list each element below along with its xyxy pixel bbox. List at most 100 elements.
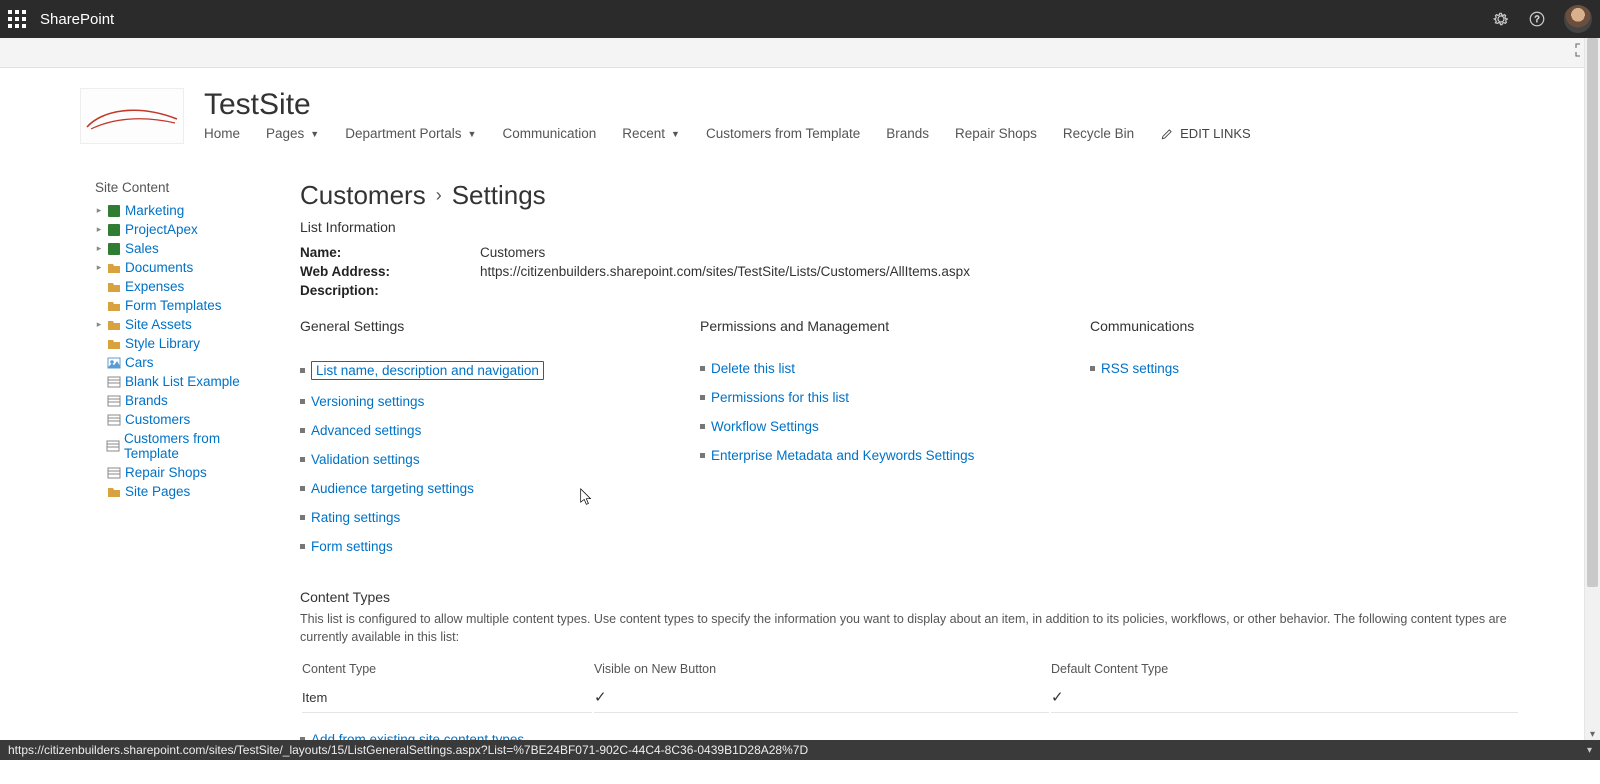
site-title[interactable]: TestSite xyxy=(204,88,1520,122)
top-nav: Home Pages▼ Department Portals▼ Communicati… xyxy=(204,126,1520,141)
top-nav-label: Brands xyxy=(886,126,929,141)
top-nav-item[interactable]: Repair Shops xyxy=(955,126,1037,141)
settings-link-row: Rating settings xyxy=(300,503,700,532)
expand-caret-icon[interactable]: ▸ xyxy=(95,262,103,273)
expand-caret-icon[interactable]: ▸ xyxy=(95,205,103,216)
top-nav-item[interactable]: Department Portals▼ xyxy=(345,126,476,141)
quick-launch-item[interactable]: Repair Shops xyxy=(95,463,260,482)
quick-launch-item[interactable]: Blank List Example xyxy=(95,372,260,391)
scrollbar-down-icon[interactable]: ▾ xyxy=(1585,729,1600,740)
gear-icon[interactable] xyxy=(1492,10,1510,28)
col-permissions-management: Permissions and Management Delete this l… xyxy=(700,318,1090,561)
quick-launch-item[interactable]: ▸ ProjectApex xyxy=(95,220,260,239)
edit-links-button[interactable]: EDIT LINKS xyxy=(1160,126,1251,141)
quick-launch-item[interactable]: Style Library xyxy=(95,334,260,353)
quick-launch-label: Customers from Template xyxy=(124,431,260,461)
page-root: TestSite Home Pages▼ Department Portals▼ Co… xyxy=(0,68,1600,784)
settings-link[interactable]: RSS settings xyxy=(1101,361,1179,376)
top-nav-item[interactable]: Communication xyxy=(502,126,596,141)
ct-cell-name[interactable]: Item xyxy=(302,682,592,713)
settings-link[interactable]: Enterprise Metadata and Keywords Setting… xyxy=(711,448,974,463)
settings-link[interactable]: Advanced settings xyxy=(311,423,421,438)
settings-link-row: List name, description and navigation xyxy=(300,354,700,387)
settings-link[interactable]: List name, description and navigation xyxy=(311,361,544,380)
list-icon xyxy=(107,375,121,389)
col-general-settings: General Settings List name, description … xyxy=(300,318,700,561)
quick-launch-item[interactable]: Customers from Template xyxy=(95,429,260,463)
quick-launch-item[interactable]: ▸ Site Assets xyxy=(95,315,260,334)
status-bar-chevron-icon[interactable]: ▾ xyxy=(1587,745,1592,756)
settings-link[interactable]: Audience targeting settings xyxy=(311,481,474,496)
settings-link[interactable]: Workflow Settings xyxy=(711,419,819,434)
general-settings-heading: General Settings xyxy=(300,318,700,334)
content-type-row: Item✓✓ xyxy=(302,682,1518,713)
list-info-description-label: Description: xyxy=(300,283,480,298)
top-nav-item[interactable]: Customers from Template xyxy=(706,126,860,141)
settings-link[interactable]: Permissions for this list xyxy=(711,390,849,405)
settings-link[interactable]: Versioning settings xyxy=(311,394,424,409)
list-info-address-label: Web Address: xyxy=(300,264,480,279)
top-nav-label: Recent xyxy=(622,126,665,141)
quick-launch-item[interactable]: Site Pages xyxy=(95,482,260,501)
breadcrumb-separator-icon: › xyxy=(436,185,442,206)
expand-caret-icon[interactable]: ▸ xyxy=(95,224,103,235)
app-brand[interactable]: SharePoint xyxy=(40,11,114,28)
quick-launch: Site Content ▸ Marketing ▸ ProjectApex ▸Sale… xyxy=(95,180,260,754)
settings-link[interactable]: Rating settings xyxy=(311,510,400,525)
quick-launch-item[interactable]: Customers xyxy=(95,410,260,429)
app-launcher-icon[interactable] xyxy=(8,10,26,28)
quick-launch-label: Repair Shops xyxy=(125,465,207,480)
list-icon xyxy=(106,439,120,453)
settings-link[interactable]: Validation settings xyxy=(311,452,420,467)
settings-link[interactable]: Delete this list xyxy=(711,361,795,376)
quick-launch-label: Site Assets xyxy=(125,317,192,332)
page-scrollbar[interactable]: ▾ xyxy=(1584,38,1600,742)
col-communications: Communications RSS settings xyxy=(1090,318,1520,561)
expand-caret-icon[interactable]: ▸ xyxy=(95,319,103,330)
top-nav-item[interactable]: Recycle Bin xyxy=(1063,126,1134,141)
settings-link-row: Form settings xyxy=(300,532,700,561)
site-logo[interactable] xyxy=(80,88,184,144)
quick-launch-label: Customers xyxy=(125,412,190,427)
quick-launch-item[interactable]: ▸Documents xyxy=(95,258,260,277)
site-icon xyxy=(107,223,121,237)
top-nav-label: Home xyxy=(204,126,240,141)
quick-launch-item[interactable]: Cars xyxy=(95,353,260,372)
quick-launch-list: ▸ Marketing ▸ ProjectApex ▸Sales▸Documents Ex… xyxy=(95,201,260,501)
top-nav-item[interactable]: Recent▼ xyxy=(622,126,680,141)
user-avatar[interactable] xyxy=(1564,5,1592,33)
svg-text:?: ? xyxy=(1534,14,1539,24)
page-title: Customers › Settings xyxy=(300,180,1520,211)
quick-launch-item[interactable]: Form Templates xyxy=(95,296,260,315)
list-info-name-value: Customers xyxy=(480,245,545,260)
settings-link-row: Advanced settings xyxy=(300,416,700,445)
site-icon xyxy=(107,242,121,256)
quick-launch-label: ProjectApex xyxy=(125,222,198,237)
suite-bar-left: SharePoint xyxy=(8,10,114,28)
quick-launch-item[interactable]: ▸ Marketing xyxy=(95,201,260,220)
top-nav-item[interactable]: Brands xyxy=(886,126,929,141)
quick-launch-label: Brands xyxy=(125,393,168,408)
browser-status-bar: https://citizenbuilders.sharepoint.com/s… xyxy=(0,740,1600,760)
quick-launch-item[interactable]: Brands xyxy=(95,391,260,410)
lib-icon xyxy=(107,280,121,294)
quick-launch-item[interactable]: Expenses xyxy=(95,277,260,296)
chevron-down-icon: ▼ xyxy=(310,129,319,139)
quick-launch-label: Expenses xyxy=(125,279,184,294)
breadcrumb-list[interactable]: Customers xyxy=(300,180,426,211)
expand-caret-icon[interactable]: ▸ xyxy=(95,243,103,254)
top-nav-item[interactable]: Pages▼ xyxy=(266,126,319,141)
quick-launch-label: Marketing xyxy=(125,203,184,218)
help-icon[interactable]: ? xyxy=(1528,10,1546,28)
content-types-heading: Content Types xyxy=(300,589,1520,605)
list-info-name: Name: Customers xyxy=(300,243,1520,262)
content-types-description: This list is configured to allow multipl… xyxy=(300,611,1520,646)
quick-launch-item[interactable]: ▸Sales xyxy=(95,239,260,258)
settings-link-row: Enterprise Metadata and Keywords Setting… xyxy=(700,441,1090,470)
pencil-icon xyxy=(1160,127,1174,141)
top-nav-item[interactable]: Home xyxy=(204,126,240,141)
suite-bar-right: ? xyxy=(1492,5,1592,33)
quick-launch-title[interactable]: Site Content xyxy=(95,180,260,195)
scrollbar-thumb[interactable] xyxy=(1587,38,1598,587)
settings-link[interactable]: Form settings xyxy=(311,539,393,554)
